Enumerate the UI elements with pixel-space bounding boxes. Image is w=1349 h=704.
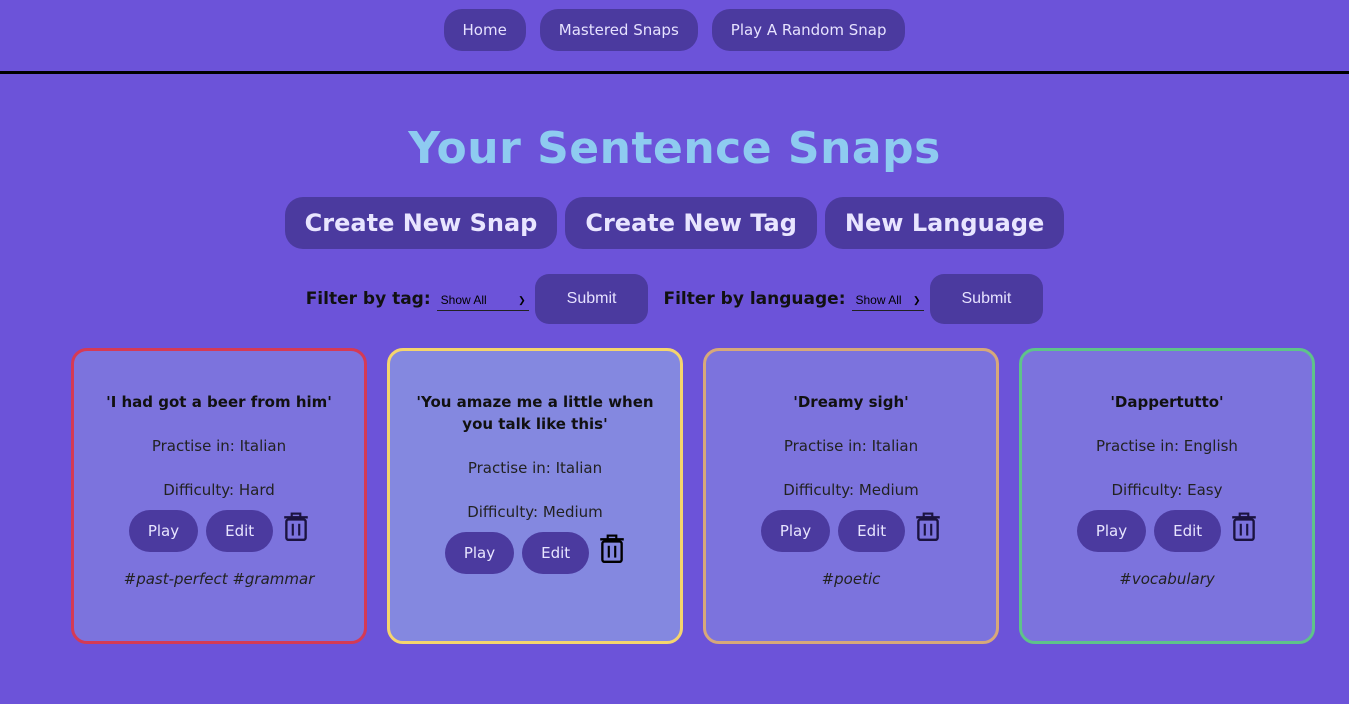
edit-button[interactable]: Edit — [206, 510, 274, 552]
trash-icon[interactable] — [915, 512, 941, 542]
snap-difficulty: Difficulty: Medium — [467, 503, 603, 521]
tag-filter-value: Show All — [440, 293, 487, 307]
snap-card: 'Dreamy sigh' Practise in: Italian Diffi… — [703, 348, 999, 644]
chevron-down-icon: ❯ — [912, 294, 921, 305]
play-button[interactable]: Play — [444, 532, 515, 574]
snap-card: 'I had got a beer from him' Practise in:… — [71, 348, 367, 644]
chevron-down-icon: ❯ — [518, 294, 526, 305]
nav-random-snap-button[interactable]: Play A Random Snap — [711, 8, 906, 51]
play-button[interactable]: Play — [128, 510, 199, 552]
tag-filter-select[interactable]: Show All ❯ — [436, 291, 529, 311]
snap-tags: #poetic — [821, 570, 881, 588]
snap-tags: #vocabulary — [1119, 570, 1215, 588]
create-snap-button[interactable]: Create New Snap — [284, 197, 558, 249]
snap-card: 'You amaze me a little when you talk lik… — [387, 348, 683, 644]
edit-button[interactable]: Edit — [838, 510, 906, 552]
edit-button[interactable]: Edit — [522, 532, 590, 574]
tag-filter-submit-button[interactable]: Submit — [534, 274, 649, 324]
play-button[interactable]: Play — [1076, 510, 1147, 552]
snap-practise-language: Practise in: English — [1096, 437, 1238, 455]
snap-practise-language: Practise in: Italian — [151, 437, 287, 455]
snap-sentence: 'Dappertutto' — [1110, 393, 1224, 411]
snap-practise-language: Practise in: Italian — [783, 437, 919, 455]
snap-practise-language: Practise in: Italian — [467, 459, 603, 477]
snap-difficulty: Difficulty: Easy — [1111, 481, 1223, 499]
language-filter-select[interactable]: Show All ❯ — [851, 291, 924, 311]
snap-card: 'Dappertutto' Practise in: English Diffi… — [1019, 348, 1315, 644]
filter-bar: Filter by tag: Show All ❯ Submit Filter … — [0, 274, 1349, 324]
snap-difficulty: Difficulty: Medium — [783, 481, 919, 499]
snap-sentence: 'You amaze me a little when you talk lik… — [416, 393, 654, 433]
top-nav: Home Mastered Snaps Play A Random Snap — [0, 0, 1349, 74]
nav-home-button[interactable]: Home — [443, 8, 526, 51]
trash-icon[interactable] — [1231, 512, 1257, 542]
page-title: Your Sentence Snaps — [408, 123, 941, 174]
snap-sentence: 'Dreamy sigh' — [793, 393, 909, 411]
play-button[interactable]: Play — [760, 510, 831, 552]
trash-icon[interactable] — [599, 534, 625, 564]
nav-mastered-snaps-button[interactable]: Mastered Snaps — [539, 8, 698, 51]
language-filter-submit-button[interactable]: Submit — [929, 274, 1044, 324]
snap-tags: #past-perfect #grammar — [123, 570, 315, 588]
language-filter-value: Show All — [855, 293, 902, 307]
trash-icon[interactable] — [283, 512, 309, 542]
snap-sentence: 'I had got a beer from him' — [106, 393, 332, 411]
snap-card-list: 'I had got a beer from him' Practise in:… — [0, 348, 1349, 648]
filter-tag-label: Filter by tag: — [305, 289, 431, 309]
snap-difficulty: Difficulty: Hard — [163, 481, 275, 499]
create-tag-button[interactable]: Create New Tag — [565, 197, 817, 249]
filter-language-label: Filter by language: — [663, 289, 846, 309]
new-language-button[interactable]: New Language — [824, 197, 1065, 249]
edit-button[interactable]: Edit — [1154, 510, 1222, 552]
action-bar: Create New Snap Create New Tag New Langu… — [0, 197, 1349, 249]
